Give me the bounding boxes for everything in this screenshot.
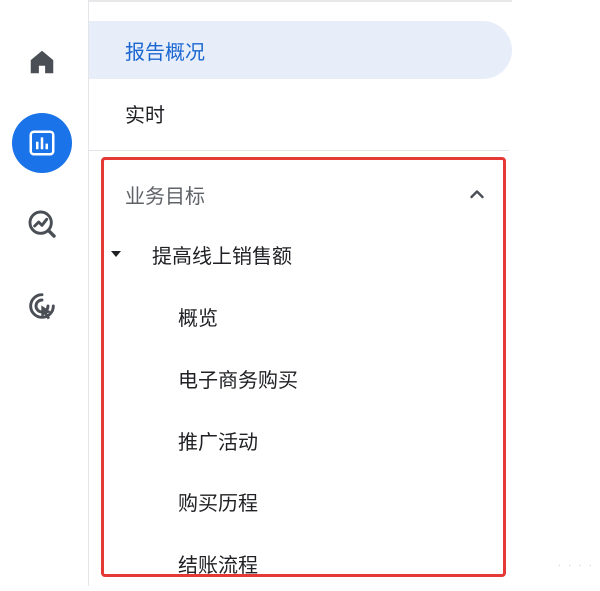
rail-home-button[interactable] (12, 32, 72, 92)
nav-subitem-label: 购买历程 (178, 490, 258, 515)
rail-reports-button[interactable] (12, 113, 72, 173)
nav-item-label: 实时 (125, 102, 165, 127)
chevron-up-icon[interactable] (465, 182, 489, 206)
faint-dots: · · · · (557, 561, 594, 572)
home-icon (30, 50, 54, 74)
nav-subitem-promotions[interactable]: 推广活动 (89, 412, 512, 468)
nav-group-label: 提高线上销售额 (152, 243, 292, 268)
nav-subitem-purchase-journey[interactable]: 购买历程 (89, 473, 512, 529)
nav-subitem-label: 电子商务购买 (178, 367, 298, 392)
nav-subitem-overview[interactable]: 概览 (89, 288, 512, 344)
rail-advertising-button[interactable] (12, 276, 72, 336)
nav-subitem-ecommerce-purchases[interactable]: 电子商务购买 (89, 350, 512, 406)
nav-item-label: 报告概况 (125, 39, 205, 64)
nav-item-reports-snapshot[interactable]: 报告概况 (89, 21, 512, 79)
nav-subitem-label: 结账流程 (178, 552, 258, 577)
rail-explore-button[interactable] (12, 194, 72, 254)
explore-icon (28, 210, 56, 238)
nav-group-drive-online-sales[interactable]: 提高线上销售额 (89, 226, 512, 282)
reports-icon (29, 130, 55, 156)
nav-subitem-label: 推广活动 (178, 429, 258, 454)
nav-subitem-label: 概览 (178, 305, 218, 330)
content-area: · · · · (512, 0, 600, 586)
caret-down-icon[interactable] (109, 248, 123, 260)
nav-rail (0, 0, 88, 586)
nav-subitem-checkout-journey[interactable]: 结账流程 (89, 535, 512, 591)
advertising-icon (29, 293, 55, 320)
nav-divider (89, 150, 509, 151)
nav-item-realtime[interactable]: 实时 (89, 84, 512, 142)
section-business-objectives[interactable]: 业务目标 (89, 166, 512, 222)
section-title: 业务目标 (125, 183, 205, 208)
